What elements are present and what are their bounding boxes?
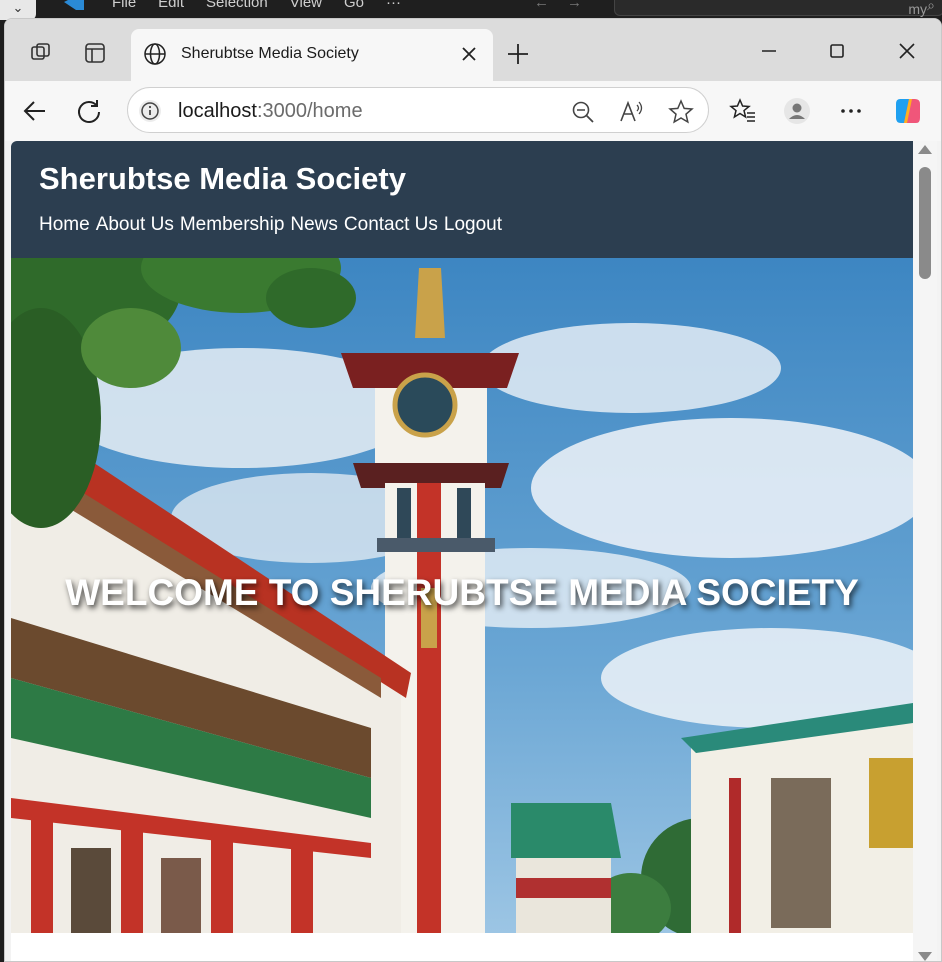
- url-path: :3000/home: [256, 100, 363, 122]
- favorites-icon[interactable]: [729, 97, 757, 125]
- copilot-icon[interactable]: [891, 94, 925, 128]
- menu-view[interactable]: View: [290, 0, 322, 11]
- nav-logout[interactable]: Logout: [444, 214, 502, 236]
- tab-strip: Sherubtse Media Society: [5, 19, 941, 81]
- profile-avatar-icon[interactable]: [783, 97, 811, 125]
- editor-nav-arrows: ← →: [534, 0, 582, 11]
- editor-forward-icon[interactable]: →: [567, 0, 582, 11]
- vertical-scrollbar[interactable]: [913, 141, 937, 961]
- favorite-star-icon[interactable]: [668, 99, 694, 125]
- url-field[interactable]: localhost:3000/home: [127, 87, 709, 133]
- refresh-icon[interactable]: [75, 97, 103, 125]
- site-nav: Home About Us Membership News Contact Us…: [39, 214, 502, 236]
- url-host: localhost: [178, 100, 257, 122]
- page-viewport: Sherubtse Media Society Home About Us Me…: [11, 141, 937, 961]
- url-text: localhost:3000/home: [178, 100, 363, 123]
- nav-news[interactable]: News: [290, 214, 338, 236]
- close-tab-icon[interactable]: [457, 42, 481, 66]
- menu-file[interactable]: File: [112, 0, 136, 11]
- globe-icon: [144, 43, 166, 65]
- hero-banner: WELCOME TO SHERUBTSE MEDIA SOCIETY: [11, 258, 913, 933]
- scroll-up-arrow-icon[interactable]: [918, 145, 932, 154]
- zoom-out-icon[interactable]: [570, 99, 596, 125]
- minimize-icon[interactable]: [757, 39, 781, 63]
- site-title: Sherubtse Media Society: [39, 161, 406, 196]
- editor-search-text: ⌕ my: [908, 0, 935, 17]
- editor-search-box[interactable]: ⌕ my: [614, 0, 942, 17]
- chevron-down-icon[interactable]: ⌄: [0, 0, 36, 20]
- menu-selection[interactable]: Selection: [206, 0, 268, 11]
- vscode-logo-icon: [64, 0, 84, 10]
- new-tab-icon[interactable]: [505, 41, 531, 67]
- scroll-thumb[interactable]: [919, 167, 931, 279]
- editor-menubar: File Edit Selection View Go ···: [112, 0, 401, 11]
- page-content-below: [11, 933, 913, 961]
- more-options-icon[interactable]: [837, 97, 865, 125]
- browser-window: Sherubtse Media Society localhost:3000/h…: [4, 18, 942, 962]
- menu-go[interactable]: Go: [344, 0, 364, 11]
- site-header: Sherubtse Media Society Home About Us Me…: [11, 141, 913, 258]
- address-bar: localhost:3000/home: [5, 81, 941, 141]
- hero-heading: WELCOME TO SHERUBTSE MEDIA SOCIETY: [65, 572, 859, 613]
- nav-membership[interactable]: Membership: [180, 214, 285, 236]
- workspaces-icon[interactable]: [29, 41, 53, 65]
- tab-active[interactable]: Sherubtse Media Society: [131, 29, 493, 81]
- scroll-down-arrow-icon[interactable]: [918, 952, 932, 961]
- tab-title: Sherubtse Media Society: [181, 45, 359, 62]
- nav-contact-us[interactable]: Contact Us: [344, 214, 438, 236]
- tab-actions-icon[interactable]: [83, 41, 107, 65]
- editor-search-hint: my: [908, 1, 927, 17]
- menu-more[interactable]: ···: [386, 0, 401, 11]
- maximize-icon[interactable]: [825, 39, 849, 63]
- back-arrow-icon[interactable]: [21, 97, 49, 125]
- editor-back-icon[interactable]: ←: [534, 0, 549, 11]
- menu-edit[interactable]: Edit: [158, 0, 184, 11]
- close-window-icon[interactable]: [895, 39, 919, 63]
- nav-about-us[interactable]: About Us: [96, 214, 174, 236]
- read-aloud-icon[interactable]: [618, 99, 644, 125]
- nav-home[interactable]: Home: [39, 214, 90, 236]
- site-info-icon[interactable]: [138, 99, 162, 123]
